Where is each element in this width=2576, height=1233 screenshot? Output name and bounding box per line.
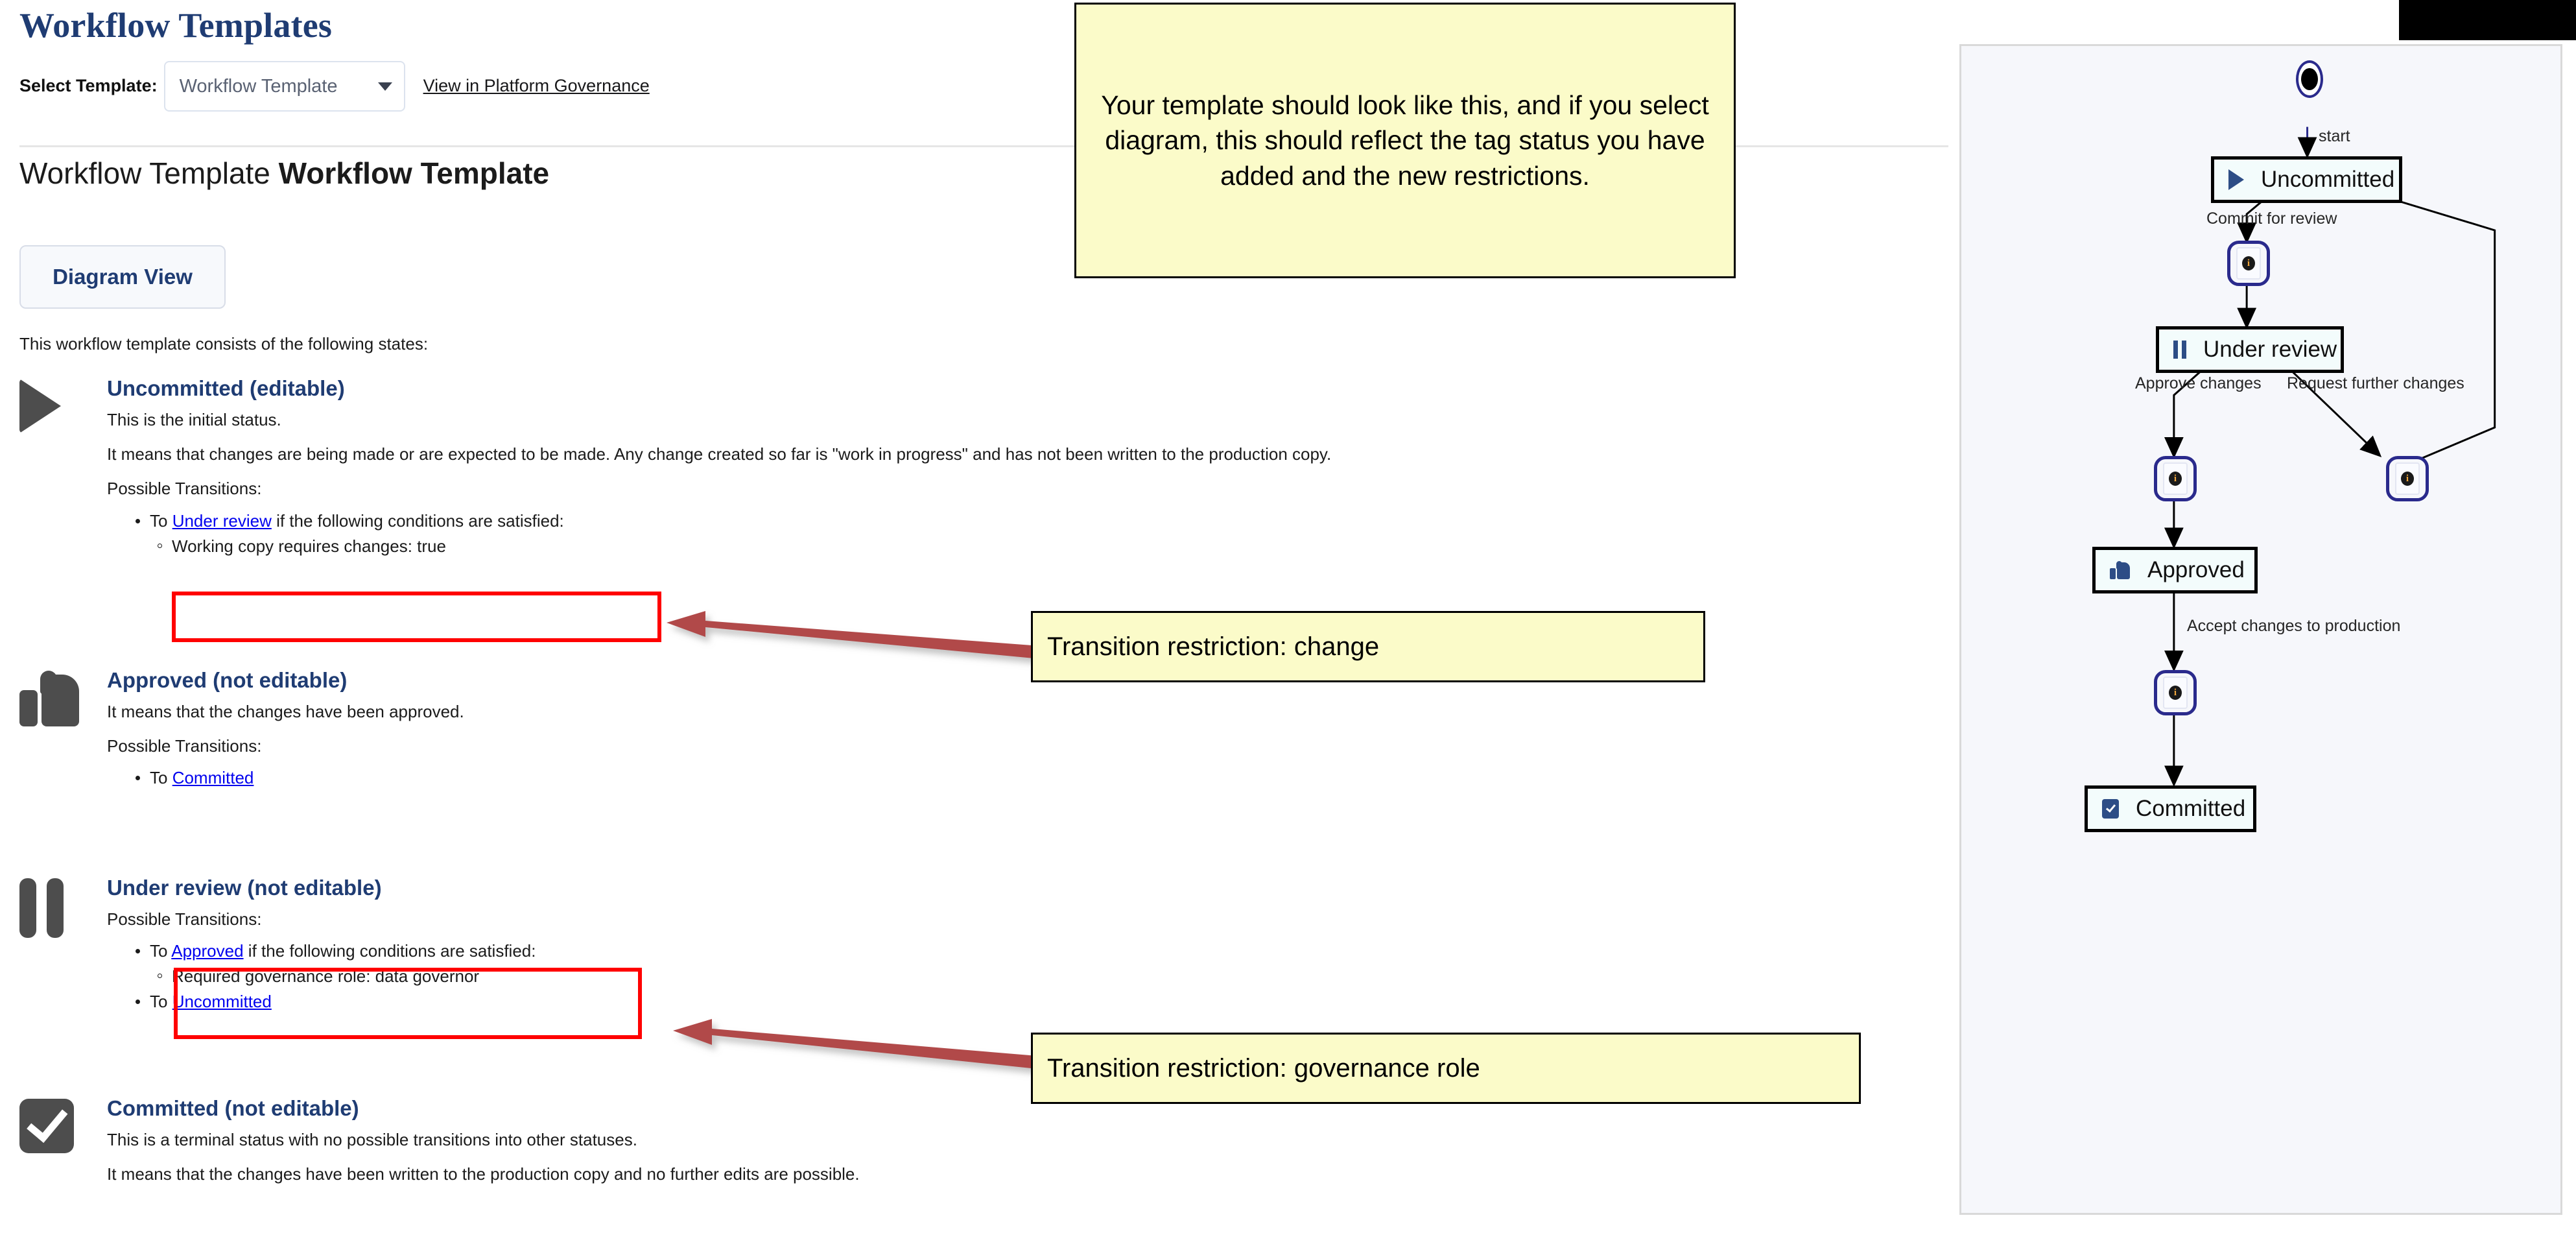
transition-item: To Committed — [107, 767, 1770, 789]
transition-target-link[interactable]: Approved — [171, 941, 243, 961]
template-heading: Workflow Template Workflow Template — [19, 156, 549, 191]
restriction-node-request[interactable]: i — [2386, 456, 2429, 501]
edge-label-approve-changes: Approve changes — [2135, 374, 2262, 392]
template-select-dropdown[interactable]: Workflow Template — [163, 61, 405, 112]
diagram-node-under-review[interactable]: Under review — [2156, 326, 2344, 373]
diagram-node-label: Under review — [2203, 337, 2337, 362]
restriction-node-commit[interactable]: i — [2227, 241, 2270, 286]
transition-suffix: if the following conditions are satisfie… — [243, 941, 536, 961]
transitions-label: Possible Transitions: — [107, 909, 262, 929]
diagram-view-button[interactable]: Diagram View — [19, 245, 226, 309]
transition-target-link[interactable]: Committed — [172, 768, 254, 787]
transition-prefix: To — [150, 510, 172, 531]
diagram-node-label: Uncommitted — [2261, 167, 2395, 192]
pause-icon — [19, 878, 91, 943]
state-paragraph: It means that the changes have been writ… — [107, 1164, 860, 1184]
highlight-box-role-restriction — [174, 968, 642, 1039]
annotation-arrow-change — [667, 611, 1041, 659]
transition-item: To Under review if the following conditi… — [107, 510, 1770, 558]
pause-icon — [2173, 341, 2186, 359]
intro-text: This workflow template consists of the f… — [19, 334, 429, 353]
highlight-box-change-restriction — [172, 592, 661, 642]
play-icon — [19, 379, 91, 444]
callout-role-restriction: Transition restriction: governance role — [1031, 1033, 1861, 1104]
restriction-node-approve[interactable]: i — [2154, 456, 2197, 501]
workflow-diagram-panel: start Uncommitted Commit for review i Un… — [1959, 44, 2562, 1215]
transition-prefix: To — [150, 941, 172, 961]
transitions-label: Possible Transitions: — [107, 736, 262, 756]
callout-change-restriction: Transition restriction: change — [1031, 611, 1705, 682]
checkbox-icon — [19, 1099, 91, 1164]
info-icon: i — [2401, 472, 2414, 486]
info-icon: i — [2242, 256, 2255, 270]
edge-label-start: start — [2319, 127, 2350, 145]
diagram-node-committed[interactable]: Committed — [2085, 785, 2256, 832]
transition-suffix: if the following conditions are satisfie… — [271, 510, 564, 531]
state-name: Under review (not editable) — [107, 876, 382, 900]
transition-target-link[interactable]: Under review — [172, 511, 272, 531]
diagram-node-label: Committed — [2136, 796, 2246, 821]
state-block-committed: Committed (not editable) This is a termi… — [19, 1096, 1770, 1184]
state-block-uncommitted: Uncommitted (editable) This is the initi… — [19, 376, 1770, 558]
edge-label-request-further-changes: Request further changes — [2287, 374, 2464, 392]
template-select-row: Select Template: Workflow Template View … — [19, 61, 650, 112]
annotation-arrow-role — [673, 1019, 1037, 1069]
template-heading-name: Workflow Template — [278, 156, 550, 190]
edge-label-accept-changes: Accept changes to production — [2187, 617, 2401, 635]
diagram-node-uncommitted[interactable]: Uncommitted — [2211, 156, 2402, 203]
info-icon: i — [2169, 472, 2182, 486]
state-paragraph: This is a terminal status with no possib… — [107, 1129, 637, 1149]
template-select-value: Workflow Template — [179, 75, 338, 97]
callout-main-note: Your template should look like this, and… — [1074, 3, 1736, 278]
view-in-platform-governance-link[interactable]: View in Platform Governance — [423, 76, 650, 96]
transitions-list: To Under review if the following conditi… — [107, 510, 1770, 558]
start-node — [2296, 60, 2323, 98]
transitions-label: Possible Transitions: — [107, 479, 262, 499]
page-title: Workflow Templates — [19, 6, 333, 45]
thumbs-up-icon — [2110, 561, 2131, 579]
checkbox-icon — [2102, 799, 2119, 819]
info-icon: i — [2169, 686, 2182, 700]
transition-prefix: To — [150, 992, 172, 1012]
top-right-black-bar — [2399, 0, 2576, 40]
state-paragraph: It means that changes are being made or … — [107, 444, 1332, 464]
state-name: Uncommitted (editable) — [107, 376, 345, 400]
thumbs-up-icon — [19, 671, 91, 736]
diagram-node-label: Approved — [2147, 557, 2245, 582]
diagram-node-approved[interactable]: Approved — [2092, 547, 2258, 593]
condition-item: Working copy requires changes: true — [150, 535, 1770, 558]
play-icon — [2228, 169, 2244, 190]
condition-list: Working copy requires changes: true — [150, 535, 1770, 558]
select-template-label: Select Template: — [19, 75, 158, 95]
template-heading-prefix: Workflow Template — [19, 156, 279, 190]
transition-prefix: To — [150, 768, 172, 788]
restriction-node-accept[interactable]: i — [2154, 670, 2197, 715]
chevron-down-icon — [377, 82, 392, 91]
transitions-list: To Committed — [107, 767, 1770, 789]
edge-label-commit-for-review: Commit for review — [2206, 209, 2337, 228]
state-paragraph: This is the initial status. — [107, 409, 281, 429]
